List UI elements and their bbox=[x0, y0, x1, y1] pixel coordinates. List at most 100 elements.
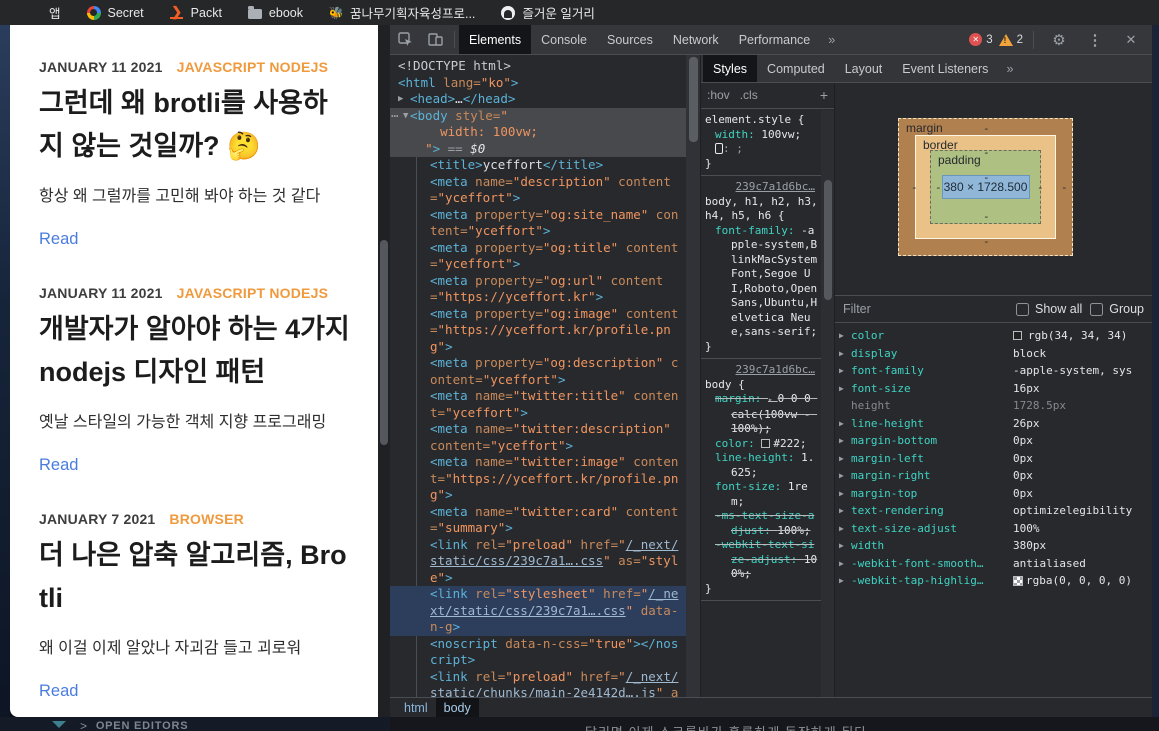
box-model-value[interactable]: - bbox=[983, 171, 990, 184]
sidebar-tab-layout[interactable]: Layout bbox=[835, 55, 893, 82]
bookmark-item[interactable]: 🐝꿈나무기획자육성프로... bbox=[329, 3, 475, 22]
computed-property-row[interactable]: ▶font-size16px bbox=[835, 380, 1152, 398]
expand-arrow-icon[interactable]: ▶ bbox=[839, 366, 851, 375]
dom-node[interactable]: <noscript data-n-css="true"></noscript> bbox=[390, 636, 686, 669]
expand-arrow-icon[interactable]: ▶ bbox=[839, 331, 851, 340]
property-edit-cursor[interactable] bbox=[715, 143, 723, 154]
more-tabs-icon[interactable]: » bbox=[998, 55, 1021, 82]
article-title[interactable]: 더 나은 압축 알고리즘, Brotli bbox=[39, 534, 352, 620]
box-model-value[interactable]: - bbox=[1037, 181, 1044, 194]
css-declaration[interactable]: : ; bbox=[705, 142, 819, 157]
open-editors-section[interactable]: > OPEN EDITORS bbox=[80, 719, 188, 731]
box-model-value[interactable]: - bbox=[911, 181, 918, 194]
dom-node[interactable]: <!DOCTYPE html> bbox=[390, 58, 686, 75]
css-declaration[interactable]: -webkit-text-size-adjust: 100%; bbox=[705, 538, 819, 582]
toggle-element-state-button[interactable]: :hov bbox=[707, 88, 730, 103]
warning-badge[interactable]: 2 bbox=[999, 34, 1023, 46]
computed-property-row[interactable]: ▶font-family-apple-system, sys bbox=[835, 362, 1152, 380]
color-swatch[interactable] bbox=[761, 439, 770, 448]
article-tags[interactable]: JAVASCRIPT NODEJS bbox=[177, 285, 328, 301]
article-tags[interactable]: JAVASCRIPT NODEJS bbox=[177, 59, 328, 75]
dom-node[interactable]: ⋯▼<body style=" width: 100vw; "> == $0 bbox=[390, 108, 686, 158]
expand-arrow-icon[interactable]: ▼ bbox=[403, 108, 408, 125]
css-declaration[interactable]: margin: ▸ 0 0 0 calc(100vw - 100%); bbox=[705, 392, 819, 437]
expand-arrow-icon[interactable]: ▶ bbox=[839, 506, 851, 515]
box-model-value[interactable]: - bbox=[1061, 181, 1068, 194]
computed-property-row[interactable]: ▶text-size-adjust100% bbox=[835, 520, 1152, 538]
tab-network[interactable]: Network bbox=[663, 25, 729, 54]
tab-sources[interactable]: Sources bbox=[597, 25, 663, 54]
box-model-value[interactable]: - bbox=[935, 181, 942, 194]
dom-node[interactable]: <html lang="ko"> bbox=[390, 75, 686, 92]
dom-node[interactable]: <meta property="og:image" content="https… bbox=[390, 306, 686, 356]
shorthand-arrow-icon[interactable]: ▸ bbox=[768, 395, 778, 404]
dom-node[interactable]: <meta property="og:url" content="https:/… bbox=[390, 273, 686, 306]
expand-arrow-icon[interactable]: ▶ bbox=[839, 559, 851, 568]
rule-selector[interactable]: body, h1, h2, h3, h4, h5, h6 { bbox=[705, 195, 819, 224]
dom-node[interactable]: <meta name="description" content="yceffo… bbox=[390, 174, 686, 207]
read-link[interactable]: Read bbox=[39, 682, 78, 701]
elements-scrollbar[interactable] bbox=[686, 55, 700, 697]
css-declaration[interactable]: -ms-text-size-adjust: 100%; bbox=[705, 509, 819, 538]
tab-performance[interactable]: Performance bbox=[729, 25, 821, 54]
gear-icon[interactable]: ⚙ bbox=[1044, 31, 1074, 49]
expand-arrow-icon[interactable]: ▶ bbox=[839, 524, 851, 533]
dom-node[interactable]: <link rel="stylesheet" href="/_next/stat… bbox=[390, 586, 686, 636]
new-style-rule-button[interactable]: + bbox=[820, 88, 828, 103]
computed-property-row[interactable]: ▶-webkit-font-smooth…antialiased bbox=[835, 555, 1152, 573]
expand-arrow-icon[interactable]: ▶ bbox=[398, 91, 403, 108]
stylesheet-link[interactable]: 239c7a1d6bc… bbox=[705, 363, 819, 378]
expand-arrow-icon[interactable]: ▶ bbox=[839, 436, 851, 445]
read-link[interactable]: Read bbox=[39, 230, 78, 249]
computed-property-row[interactable]: ▶margin-bottom0px bbox=[835, 432, 1152, 450]
computed-property-row[interactable]: ▶width380px bbox=[835, 537, 1152, 555]
bookmark-item[interactable]: ❯Packt bbox=[170, 6, 222, 20]
breadcrumb-body[interactable]: body bbox=[436, 698, 479, 718]
bookmark-item[interactable]: 즐거운 일거리 bbox=[501, 3, 594, 22]
bookmark-item[interactable]: ebook bbox=[248, 6, 303, 20]
expand-arrow-icon[interactable]: ▶ bbox=[839, 471, 851, 480]
device-toolbar-icon[interactable] bbox=[420, 25, 450, 54]
computed-property-row[interactable]: ▶-webkit-tap-highlig…rgba(0, 0, 0, 0) bbox=[835, 572, 1152, 590]
sidebar-tab-event-listeners[interactable]: Event Listeners bbox=[892, 55, 998, 82]
expand-arrow-icon[interactable]: ▶ bbox=[839, 384, 851, 393]
box-model-value[interactable]: - bbox=[887, 181, 894, 194]
dom-node[interactable]: <title>yceffort</title> bbox=[390, 157, 686, 174]
node-overflow-icon[interactable]: ⋯ bbox=[391, 108, 400, 125]
article-title[interactable]: 개발자가 알아야 하는 4가지 nodejs 디자인 패턴 bbox=[39, 308, 352, 394]
css-declaration[interactable]: color: #222; bbox=[705, 437, 819, 452]
dom-node[interactable]: <link rel="preload" href="/_next/static/… bbox=[390, 537, 686, 587]
read-link[interactable]: Read bbox=[39, 456, 78, 475]
page-scrollbar[interactable] bbox=[378, 25, 390, 717]
expand-arrow-icon[interactable]: ▶ bbox=[839, 541, 851, 550]
stylesheet-link[interactable]: 239c7a1d6bc… bbox=[705, 180, 819, 195]
box-model-value[interactable]: - bbox=[983, 235, 990, 248]
expand-arrow-icon[interactable]: ▶ bbox=[839, 349, 851, 358]
dom-node[interactable]: ▶<head>…</head> bbox=[390, 91, 686, 108]
css-declaration[interactable]: font-family: -apple-system,BlinkMacSyste… bbox=[705, 224, 819, 340]
expand-arrow-icon[interactable]: ▶ bbox=[839, 489, 851, 498]
show-all-checkbox[interactable]: Show all bbox=[1016, 302, 1082, 316]
computed-filter-input[interactable] bbox=[843, 302, 963, 316]
dom-node[interactable]: <meta name="twitter:description" content… bbox=[390, 421, 686, 454]
css-declaration[interactable]: font-size: 1rem; bbox=[705, 480, 819, 509]
expand-arrow-icon[interactable]: ▶ bbox=[839, 576, 851, 585]
styles-scrollbar[interactable] bbox=[821, 110, 834, 697]
dom-node[interactable]: <meta name="twitter:title" content="ycef… bbox=[390, 388, 686, 421]
dom-node[interactable]: <meta name="twitter:card" content="summa… bbox=[390, 504, 686, 537]
tab-console[interactable]: Console bbox=[531, 25, 597, 54]
sidebar-tab-computed[interactable]: Computed bbox=[757, 55, 835, 82]
computed-property-row[interactable]: height1728.5px bbox=[835, 397, 1152, 415]
rule-selector[interactable]: element.style { bbox=[705, 113, 819, 128]
box-model-value[interactable]: - bbox=[1085, 181, 1092, 194]
element-classes-button[interactable]: .cls bbox=[740, 88, 758, 103]
box-model-value[interactable]: - bbox=[983, 259, 990, 272]
dom-node[interactable]: <link rel="preload" href="/_next/static/… bbox=[390, 669, 686, 698]
dom-node[interactable]: <meta name="twitter:image" content="http… bbox=[390, 454, 686, 504]
bookmark-item[interactable]: Secret bbox=[87, 6, 144, 20]
dom-node[interactable]: <meta property="og:title" content="yceff… bbox=[390, 240, 686, 273]
dom-node[interactable]: <meta property="og:description" content=… bbox=[390, 355, 686, 388]
box-model-value[interactable]: - bbox=[983, 146, 990, 159]
dom-node[interactable]: <meta property="og:site_name" content="y… bbox=[390, 207, 686, 240]
elements-scrollbar-thumb[interactable] bbox=[689, 57, 698, 142]
